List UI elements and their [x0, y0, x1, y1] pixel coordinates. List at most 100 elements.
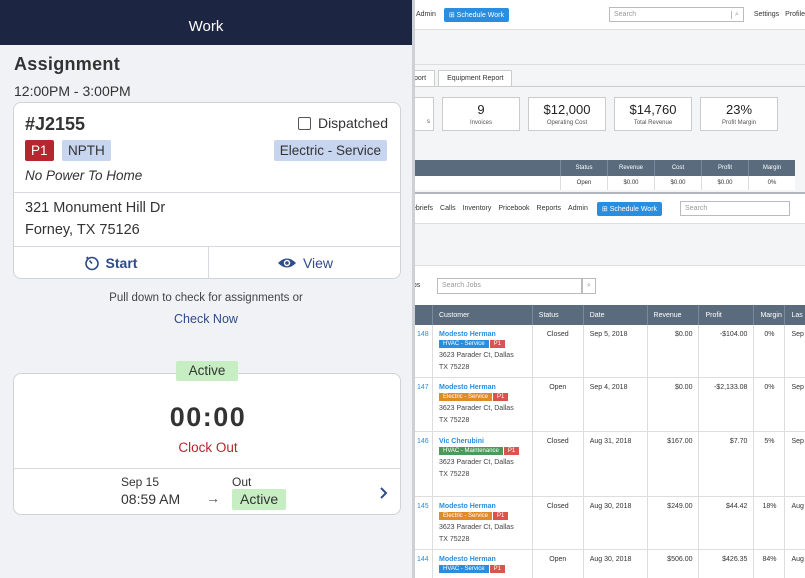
- stat-card: $12,000 Operating Cost: [528, 97, 606, 131]
- checkbox-icon[interactable]: [297, 116, 311, 130]
- table-row[interactable]: 147 Modesto Herman Electric - Service P1 362…: [410, 377, 805, 432]
- search-icon[interactable]: ⌕: [730, 10, 739, 19]
- column-header[interactable]: Margin: [753, 305, 785, 325]
- tag-group: HVAC - Service P1: [438, 338, 532, 349]
- profit-cell: $44.42: [698, 496, 754, 550]
- jobs-filter-bar: obs Search Jobs ⌕: [405, 266, 805, 306]
- nav-item[interactable]: Reports: [537, 205, 562, 212]
- column-header[interactable]: Status: [531, 305, 584, 325]
- revenue-cell: $249.00: [646, 496, 699, 550]
- customer-name-link[interactable]: Modesto Herman: [439, 556, 532, 563]
- stat-label: Profit Margin: [721, 120, 756, 126]
- job-tag: Electric - Service: [438, 511, 492, 520]
- table-row[interactable]: 145 Modesto Herman Electric - Service P1 362…: [410, 496, 805, 550]
- eye-icon: [277, 258, 296, 268]
- schedule-work-button[interactable]: ⊞ Schedule Work: [596, 201, 663, 216]
- last-cell: Aug: [784, 549, 805, 578]
- start-button[interactable]: Start: [14, 247, 207, 279]
- search-jobs-input[interactable]: Search Jobs: [437, 277, 582, 294]
- dashboard-window: Admin ⊞ Schedule Work Search ⌕ Settings …: [405, 0, 805, 192]
- chevron-right-icon[interactable]: [379, 486, 389, 500]
- customer-address: 3623 Parader Ct, Dallas: [438, 404, 514, 412]
- plus-icon: ⊞: [601, 205, 610, 213]
- customer-name-link[interactable]: Modesto Herman: [439, 384, 532, 391]
- search-icon[interactable]: ⌕: [582, 277, 596, 294]
- schedule-work-button[interactable]: ⊞ Schedule Work: [443, 7, 509, 22]
- job-tag: Electric - Service: [438, 392, 492, 401]
- revenue-cell: $167.00: [646, 431, 699, 497]
- tab-equipment-report[interactable]: Equipment Report: [438, 70, 513, 86]
- profit-cell: $7.70: [698, 431, 754, 497]
- job-tag: HVAC - Service: [438, 340, 489, 348]
- clock-out-button[interactable]: Clock Out: [14, 440, 402, 455]
- status-cell: Closed: [531, 325, 584, 378]
- column-header[interactable]: Status: [560, 160, 607, 176]
- job-tag: HVAC - Maintenance: [438, 446, 503, 455]
- column-header[interactable]: Profit: [701, 160, 748, 176]
- table-cell: $0.00: [607, 176, 654, 190]
- column-header[interactable]: Margin: [748, 160, 795, 176]
- customer-name-link[interactable]: Modesto Herman: [439, 331, 532, 338]
- shift-date: Sep 15: [121, 475, 160, 489]
- column-header[interactable]: Cost: [654, 160, 701, 176]
- column-header[interactable]: Revenue: [646, 305, 699, 325]
- stat-value: 23%: [725, 102, 753, 117]
- nav-item[interactable]: Admin: [568, 205, 588, 212]
- last-cell: Sep: [784, 325, 805, 378]
- nav-item[interactable]: ebriefs: [412, 205, 433, 212]
- dispatched-label: Dispatched: [317, 115, 388, 131]
- last-cell: Sep: [784, 377, 805, 432]
- job-tag: HVAC - Service: [438, 564, 489, 573]
- npth-badge: NPTH: [62, 140, 111, 161]
- nav-item[interactable]: Calls: [440, 205, 456, 212]
- check-now-link[interactable]: Check Now: [0, 312, 412, 326]
- job-type-badge: Electric - Service: [273, 140, 387, 161]
- header-title: Work: [188, 18, 224, 35]
- status-cell: Open: [531, 377, 584, 432]
- column-header[interactable]: Profit: [698, 305, 754, 325]
- nav-item[interactable]: Inventory: [463, 205, 492, 212]
- dispatched-checkbox[interactable]: Dispatched: [297, 115, 388, 131]
- table-row[interactable]: 146 Vic Cherubini HVAC - Maintenance P1 3623…: [410, 431, 805, 497]
- assignment-card[interactable]: #J2155 Dispatched P1 NPTH Electric - Ser…: [13, 102, 401, 279]
- column-header[interactable]: Customer: [431, 305, 533, 325]
- address-line2: Forney, TX 75126: [25, 222, 140, 238]
- job-number: #J2155: [25, 114, 86, 134]
- timer-icon: [84, 256, 99, 271]
- search-input[interactable]: Search ⌕: [609, 7, 744, 22]
- column-header[interactable]: Las: [784, 305, 805, 325]
- margin-cell: 0%: [753, 325, 785, 378]
- status-cell: Open: [531, 549, 584, 578]
- column-header[interactable]: Date: [582, 305, 648, 325]
- revenue-cell: $0.00: [646, 325, 699, 378]
- tag-group: HVAC - Maintenance P1: [438, 445, 532, 456]
- margin-cell: 18%: [753, 496, 785, 550]
- time-range: 12:00PM - 3:00PM: [14, 83, 131, 99]
- job-tag: P1: [493, 511, 509, 520]
- customer-address: TX 75228: [438, 535, 470, 543]
- search-input[interactable]: Search: [680, 201, 791, 216]
- jobs-table-body: 148 Modesto Herman HVAC - Service P1 3623 Pa…: [410, 325, 805, 578]
- view-button[interactable]: View: [208, 247, 401, 279]
- table-row[interactable]: 144 Modesto Herman HVAC - Service P1 Open Aug…: [410, 549, 805, 578]
- start-label: Start: [105, 255, 138, 271]
- jobs-window: ebriefs Calls Inventory Pricebook Report…: [405, 192, 805, 578]
- nav-profile[interactable]: Profile: [785, 11, 805, 18]
- table-row[interactable]: Open $0.00 $0.00 $0.00 0%: [406, 176, 795, 190]
- date-cell: Aug 30, 2018: [582, 549, 648, 578]
- customer-address: 3623 Parader Ct, Dallas: [438, 352, 514, 359]
- schedule-work-label: Schedule Work: [609, 205, 658, 213]
- tag-group: Electric - Service P1: [438, 510, 532, 521]
- app-header: Work: [0, 0, 412, 45]
- last-cell: Sep: [784, 431, 805, 497]
- search-placeholder: Search: [685, 205, 708, 212]
- nav-admin[interactable]: Admin: [416, 11, 436, 18]
- nav-item[interactable]: Pricebook: [498, 205, 529, 212]
- nav-settings[interactable]: Settings: [754, 11, 779, 18]
- customer-cell: Modesto Herman Electric - Service P1 3623 P…: [431, 496, 533, 550]
- customer-name-link[interactable]: Modesto Herman: [439, 503, 532, 510]
- column-header[interactable]: Revenue: [607, 160, 654, 176]
- table-row[interactable]: 148 Modesto Herman HVAC - Service P1 3623 Pa…: [410, 325, 805, 378]
- customer-name-link[interactable]: Vic Cherubini: [439, 438, 532, 445]
- jobs-topbar: ebriefs Calls Inventory Pricebook Report…: [405, 194, 805, 224]
